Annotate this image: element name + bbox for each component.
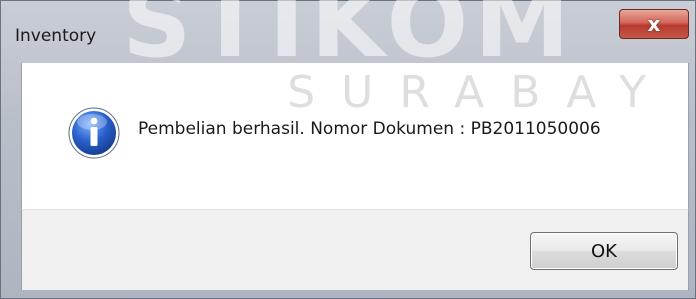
dialog-window: STIKOM Inventory x SURABAY Pembelian ber… <box>0 0 696 299</box>
window-title: Inventory <box>15 26 97 46</box>
close-button[interactable]: x <box>619 9 689 39</box>
window-bottom-border <box>1 289 695 299</box>
title-bar[interactable]: Inventory x <box>1 1 695 57</box>
close-icon: x <box>647 12 661 36</box>
information-icon <box>68 107 120 159</box>
message-area: SURABAY Pembelian berhasil. Nomor Dokume… <box>21 63 689 209</box>
ok-button[interactable]: OK <box>530 232 678 270</box>
button-bar: OK <box>21 209 689 290</box>
message-text: Pembelian berhasil. Nomor Dokumen : PB20… <box>138 119 601 139</box>
watermark-middle: SURABAY <box>287 67 672 118</box>
